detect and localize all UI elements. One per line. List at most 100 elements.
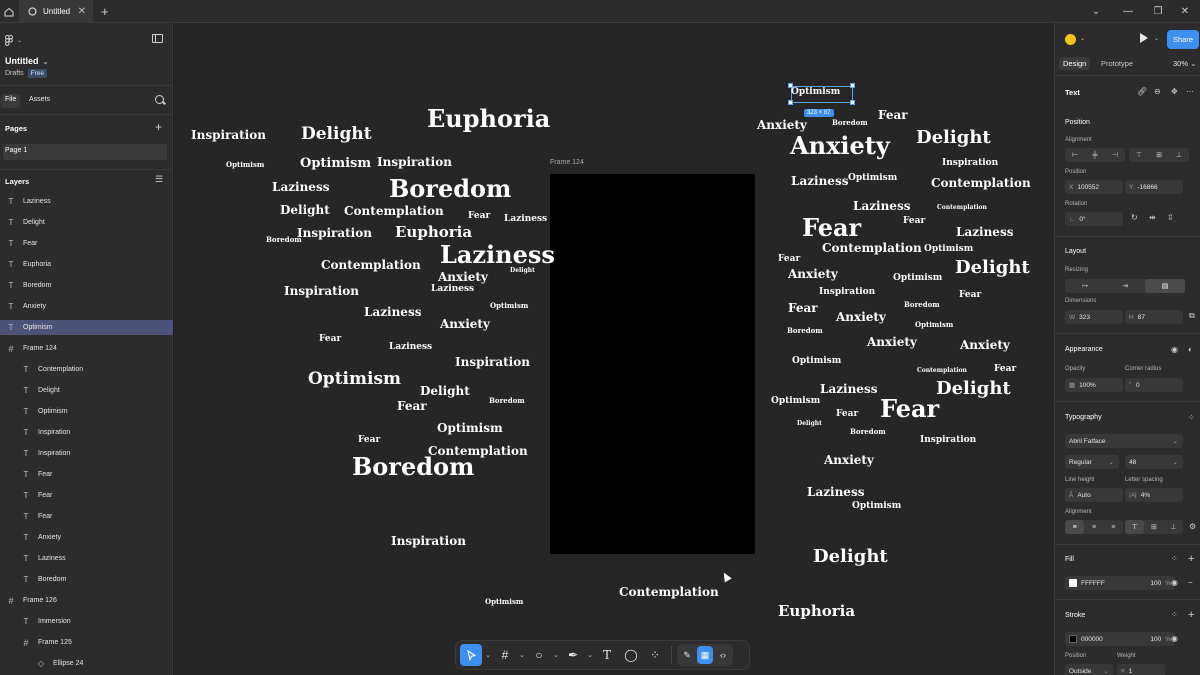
add-stroke-icon[interactable]: + xyxy=(1188,609,1194,621)
font-family-select[interactable]: Abril Fatface ⌄ xyxy=(1065,434,1183,448)
font-style-select[interactable]: Regular ⌄ xyxy=(1065,455,1119,469)
more-icon[interactable]: ⋯ xyxy=(1186,87,1194,96)
canvas-text-inspiration[interactable]: Inspiration xyxy=(284,285,359,297)
chevron-down-icon[interactable]: ⌄ xyxy=(552,644,560,666)
ellipse-tool-icon[interactable]: ○ xyxy=(528,644,550,666)
canvas-text-fear[interactable]: Fear xyxy=(880,397,939,421)
home-icon[interactable] xyxy=(0,0,18,23)
canvas-text-optimism[interactable]: Optimism xyxy=(437,422,503,434)
layer-row[interactable]: ◇ Ellipse 24 xyxy=(0,656,173,671)
drafts-label[interactable]: Drafts xyxy=(5,70,24,77)
layer-row[interactable]: T Boredom xyxy=(0,572,173,587)
canvas-text-optimism[interactable]: Optimism xyxy=(924,245,973,254)
window-close-icon[interactable]: ✕ xyxy=(1170,0,1200,23)
layer-row[interactable]: T Inspiration xyxy=(0,446,173,461)
text-align-right-icon[interactable]: ≡ xyxy=(1104,520,1123,534)
canvas-text-boredom[interactable]: Boredom xyxy=(850,428,886,435)
canvas-text-anxiety[interactable]: Anxiety xyxy=(440,318,490,330)
layer-row[interactable]: T Fear xyxy=(0,467,173,482)
chevron-down-icon[interactable]: ⌄ xyxy=(1154,35,1159,42)
canvas-text-inspiration[interactable]: Inspiration xyxy=(455,356,530,368)
tab-design[interactable]: Design xyxy=(1059,57,1091,70)
canvas-text-boredom[interactable]: Boredom xyxy=(787,327,823,334)
remove-fill-icon[interactable]: − xyxy=(1188,578,1193,587)
resize-handle[interactable] xyxy=(788,100,793,105)
canvas-text-optimism[interactable]: Optimism xyxy=(226,161,264,168)
frame-label[interactable]: Frame 124 xyxy=(550,159,584,166)
chevron-down-icon[interactable]: ⌄ xyxy=(484,644,492,666)
canvas-text-contemplation[interactable]: Contemplation xyxy=(619,586,719,598)
canvas-text-optimism[interactable]: Optimism xyxy=(915,321,953,328)
canvas-text-optimism[interactable]: Optimism xyxy=(848,174,897,183)
canvas-text-contemplation[interactable]: Contemplation xyxy=(931,177,1031,189)
align-left-icon[interactable]: ⊢ xyxy=(1065,148,1085,162)
align-middle-icon[interactable]: ⊞ xyxy=(1149,148,1169,162)
constrain-proportions-icon[interactable]: ⧉ xyxy=(1189,311,1195,321)
restore-icon[interactable]: ❐ xyxy=(1143,0,1173,23)
canvas-text-euphoria[interactable]: Euphoria xyxy=(778,604,855,619)
file-name[interactable]: Untitled ⌄ xyxy=(5,56,48,66)
tab-prototype[interactable]: Prototype xyxy=(1097,57,1137,70)
canvas-text-optimism[interactable]: Optimism xyxy=(792,357,841,366)
canvas-text-delight[interactable]: Delight xyxy=(420,385,470,397)
text-align-bottom-icon[interactable]: ⊥ xyxy=(1164,520,1183,534)
avatar[interactable] xyxy=(1065,34,1076,45)
canvas-text-inspiration[interactable]: Inspiration xyxy=(942,159,998,168)
canvas-text-boredom[interactable]: Boredom xyxy=(389,177,511,201)
canvas-text-delight[interactable]: Delight xyxy=(955,259,1030,277)
canvas-text-fear[interactable]: Fear xyxy=(802,216,861,240)
stroke-weight-field[interactable]: ≡ 1 xyxy=(1117,664,1165,675)
frame-tool-icon[interactable]: # xyxy=(494,644,516,666)
align-center-h-icon[interactable]: ╪ xyxy=(1085,148,1105,162)
canvas-text-anxiety[interactable]: Anxiety xyxy=(960,339,1010,351)
rotate-icon[interactable]: ↻ xyxy=(1131,213,1138,222)
tab-assets[interactable]: Assets xyxy=(25,94,54,108)
line-height-field[interactable]: Ā Auto xyxy=(1065,488,1123,502)
layer-row[interactable]: T Fear xyxy=(0,236,173,251)
canvas-text-inspiration[interactable]: Inspiration xyxy=(920,436,976,445)
canvas-text-laziness[interactable]: Laziness xyxy=(389,343,432,352)
canvas-text-optimism[interactable]: Optimism xyxy=(490,302,528,309)
canvas-text-laziness[interactable]: Laziness xyxy=(440,243,555,267)
canvas-text-euphoria[interactable]: Euphoria xyxy=(395,225,472,240)
new-tab-icon[interactable]: + xyxy=(101,4,109,19)
canvas-text-delight[interactable]: Delight xyxy=(797,421,822,427)
canvas-text-fear[interactable]: Fear xyxy=(778,255,800,264)
canvas-text-contemplation[interactable]: Contemplation xyxy=(344,205,444,217)
file-tab[interactable]: Untitled ✕ xyxy=(19,0,93,23)
rotation-field[interactable]: ∟ 0° xyxy=(1065,212,1123,226)
layer-row[interactable]: T Delight xyxy=(0,383,173,398)
comment-tool-icon[interactable]: ◯ xyxy=(620,644,642,666)
text-align-center-icon[interactable]: ≡ xyxy=(1084,520,1103,534)
eye-icon[interactable]: ◉ xyxy=(1171,578,1178,587)
chevron-down-icon[interactable]: ⌄ xyxy=(518,644,526,666)
type-settings-icon[interactable]: ⚙ xyxy=(1189,522,1196,531)
zoom-level[interactable]: 30% ⌄ xyxy=(1173,59,1196,68)
move-tool-icon[interactable] xyxy=(460,644,482,666)
layer-row[interactable]: T Immersion xyxy=(0,614,173,629)
share-button[interactable]: Share xyxy=(1167,30,1199,49)
canvas[interactable]: Frame 124 Euphoria Inspiration Delight Opti… xyxy=(174,23,1054,675)
letter-spacing-field[interactable]: |A| 4% xyxy=(1125,488,1183,502)
canvas-text-delight[interactable]: Delight xyxy=(936,380,1011,398)
canvas-text-inspiration[interactable]: Inspiration xyxy=(191,129,266,141)
fill-swatch[interactable] xyxy=(1069,579,1077,587)
tab-file[interactable]: File xyxy=(1,94,21,108)
stroke-color-field[interactable]: 000000 100 % xyxy=(1065,632,1175,646)
canvas-text-fear[interactable]: Fear xyxy=(468,212,490,221)
dev-mode-icon[interactable]: ‹› xyxy=(715,646,731,664)
canvas-text-contemplation[interactable]: Contemplation xyxy=(937,205,987,211)
styles-grid-icon[interactable]: ⁘ xyxy=(1171,554,1178,563)
text-styles-icon[interactable]: ⁘ xyxy=(1188,413,1195,422)
canvas-text-delight[interactable]: Delight xyxy=(301,126,372,143)
layer-row[interactable]: # Frame 124 xyxy=(0,341,173,356)
add-fill-icon[interactable]: + xyxy=(1188,553,1194,565)
layer-row[interactable]: T Fear xyxy=(0,488,173,503)
layer-row[interactable]: T Contemplation xyxy=(0,362,173,377)
layer-row[interactable]: T Laziness xyxy=(0,551,173,566)
canvas-text-fear[interactable]: Fear xyxy=(319,335,341,344)
canvas-text-optimism[interactable]: Optimism xyxy=(771,397,820,406)
text-tool-icon[interactable]: T xyxy=(596,644,618,666)
auto-width-icon[interactable]: ⇥ xyxy=(1105,279,1145,293)
layer-row[interactable]: T Optimism xyxy=(0,320,173,335)
